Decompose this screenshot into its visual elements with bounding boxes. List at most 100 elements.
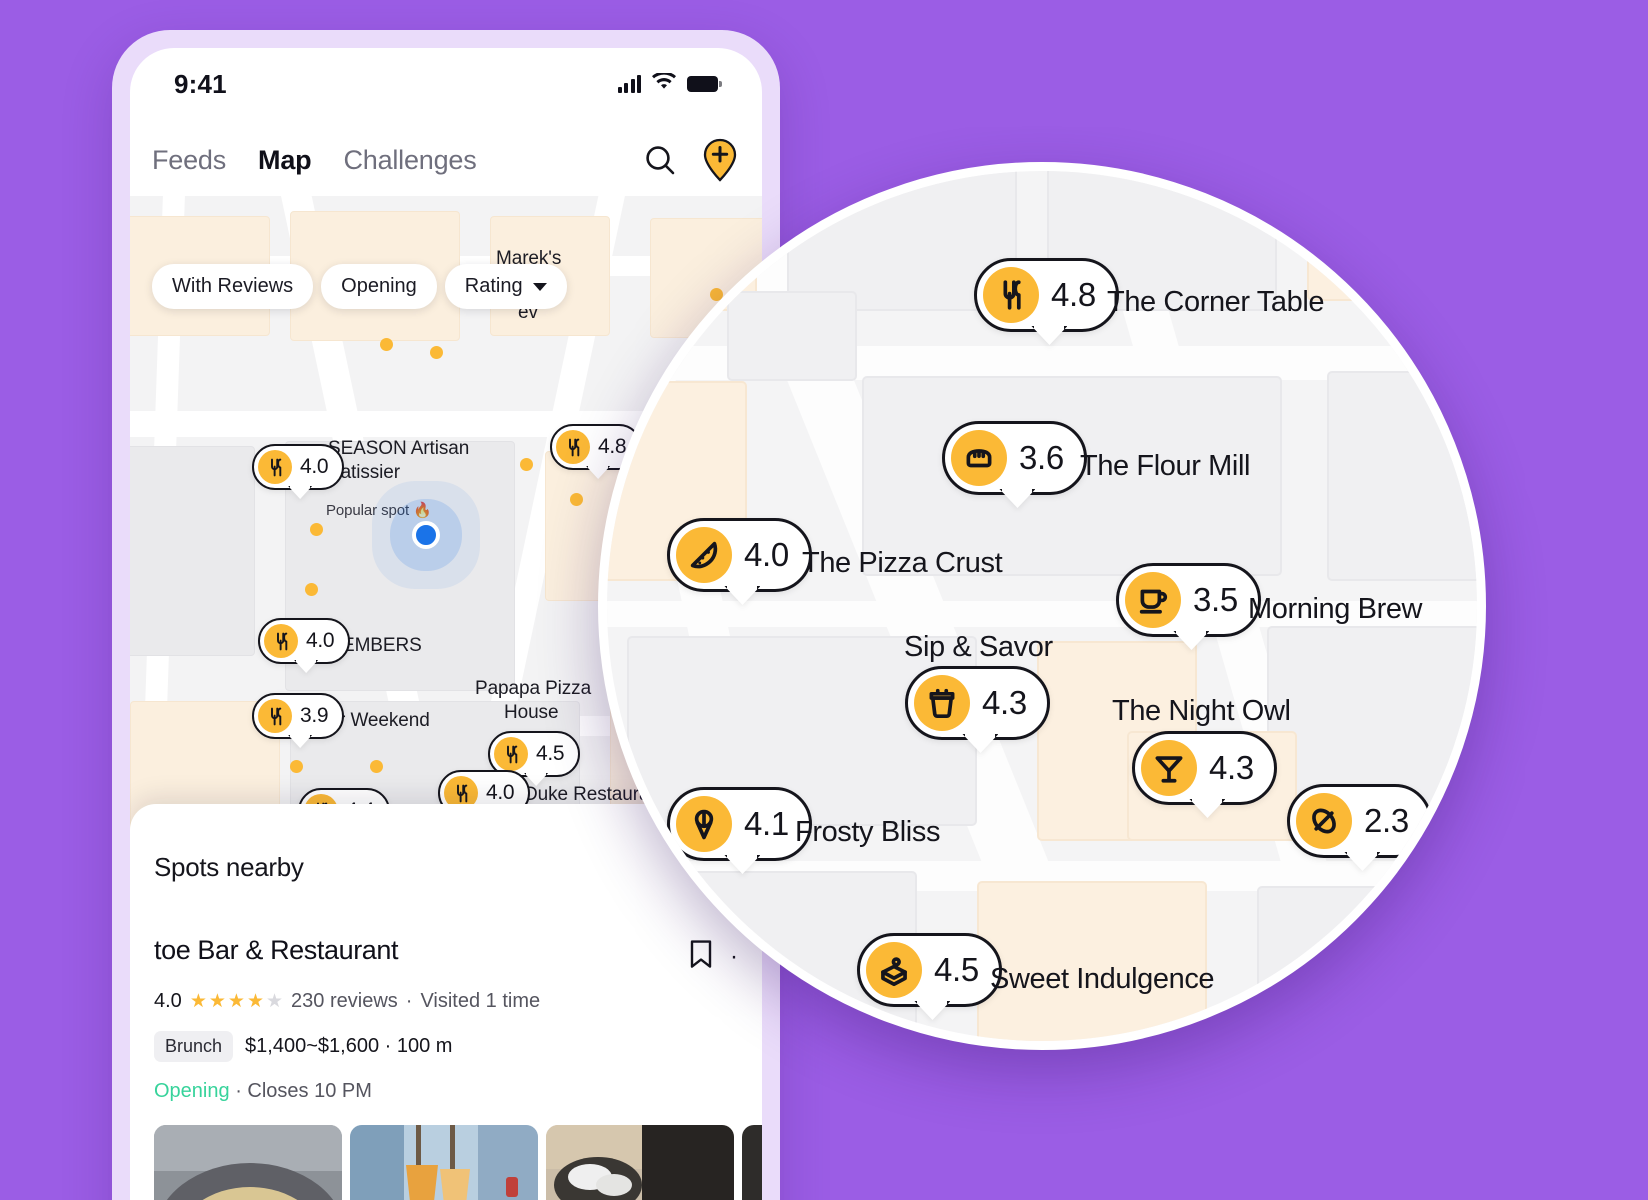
photo-restaurant-interior[interactable]	[350, 1125, 538, 1200]
magnified-rating-pin[interactable]: 4.5	[857, 933, 1002, 1007]
chevron-down-icon	[532, 282, 547, 291]
filter-label: Rating	[464, 275, 523, 297]
magnified-rating-pin[interactable]: 3.6	[942, 421, 1087, 495]
map-poi-dot	[520, 458, 533, 471]
map-poi-dot	[305, 583, 318, 596]
filter-label: With Reviews	[172, 275, 294, 297]
magnified-rating-pin[interactable]: 4.3	[905, 666, 1050, 740]
map-poi-dot	[380, 338, 393, 351]
app-canvas: 9:41 Feeds Map Challenges Marek's ev SEA…	[0, 0, 1648, 1200]
pin-rating-value: 4.5	[536, 742, 565, 765]
magnified-rating-pin[interactable]: 4.8	[974, 258, 1119, 332]
photo-pasta-dish[interactable]	[154, 1125, 342, 1200]
tab-feeds[interactable]: Feeds	[152, 145, 226, 176]
magnified-rating-pin[interactable]: 4.0	[667, 518, 812, 592]
pin-rating-value: 3.9	[300, 704, 329, 727]
map-place-label: House	[504, 702, 559, 723]
leaf-icon	[1296, 793, 1352, 849]
map-poi-dot	[370, 760, 383, 773]
map-poi-dot	[570, 493, 583, 506]
cutlery-icon	[556, 430, 590, 464]
map-place-label: Papapa Pizza	[475, 678, 592, 699]
spot-rating-value: 4.0	[154, 990, 182, 1012]
pin-rating-value: 4.5	[934, 951, 979, 988]
pin-rating-value: 4.3	[982, 684, 1027, 721]
status-badge: Opening	[154, 1080, 230, 1102]
map-rating-pin[interactable]: 3.9	[252, 693, 345, 739]
meta-separator: ·	[405, 990, 413, 1012]
cocktail-icon	[1141, 740, 1197, 796]
status-time: 9:41	[174, 68, 227, 99]
magnified-rating-pin[interactable]: 4.1	[667, 787, 812, 861]
magnified-rating-pin[interactable]: 4.3	[1132, 731, 1277, 805]
spot-category-tag: Brunch	[154, 1031, 234, 1062]
pin-rating-value: 3.6	[1019, 439, 1064, 476]
filter-chip-with-reviews[interactable]: With Reviews	[152, 264, 314, 309]
tab-map[interactable]: Map	[258, 145, 312, 176]
spot-name: toe Bar & Restaurant	[154, 935, 399, 965]
map-magnifier-lens: 4.8 The Corner Table 3.6 The Flour Mill 4.0 T…	[598, 162, 1486, 1050]
cellular-bars-icon	[617, 75, 641, 93]
magnified-place-label: Morning Brew	[1248, 593, 1423, 625]
battery-icon	[687, 76, 722, 92]
cutlery-icon	[983, 267, 1039, 323]
spot-closing-time: · Closes 10 PM	[235, 1080, 372, 1102]
magnified-place-label: The Corner Table	[1107, 286, 1325, 318]
magnified-place-label: The Flour Mill	[1080, 450, 1251, 482]
ice-cream-icon	[676, 796, 732, 852]
pin-rating-value: 4.0	[486, 781, 515, 804]
pin-rating-value: 4.0	[744, 536, 789, 573]
pin-rating-value: 4.3	[1209, 749, 1254, 786]
map-place-label: Popular spot 🔥	[326, 502, 432, 519]
cutlery-icon	[258, 699, 292, 733]
map-rating-pin[interactable]: 4.0	[252, 444, 345, 490]
filter-chip-opening[interactable]: Opening	[321, 264, 437, 309]
spot-visit-count: Visited 1 time	[420, 990, 541, 1012]
filter-label: Opening	[341, 275, 417, 297]
magnified-map-block	[727, 291, 857, 381]
spot-price-distance: $1,400~$1,600 · 100 m	[245, 1035, 453, 1057]
magnified-map-block	[1257, 886, 1477, 1041]
spot-reviews-count: 230 reviews	[291, 990, 398, 1012]
tab-bar: Feeds Map Challenges	[152, 145, 642, 176]
map-place-label: EMBERS	[342, 635, 422, 656]
drink-cup-icon	[914, 675, 970, 731]
coffee-cup-icon	[1125, 572, 1181, 628]
map-poi-dot	[290, 760, 303, 773]
magnified-map-block	[1307, 171, 1477, 301]
map-poi-dot	[430, 346, 443, 359]
magnified-place-label: Sweet Indulgence	[990, 963, 1215, 995]
map-rating-pin[interactable]: 4.0	[258, 618, 351, 664]
spot-photo-strip[interactable]	[154, 1125, 762, 1200]
pin-rating-value: 4.1	[744, 805, 789, 842]
photo-partial[interactable]	[742, 1125, 762, 1200]
pin-rating-value: 2.3	[1364, 802, 1409, 839]
current-location-dot	[412, 521, 440, 549]
filter-chip-rating[interactable]: Rating	[444, 264, 567, 309]
map-place-label: SEASON Artisan	[328, 438, 470, 459]
map-filter-chips: With Reviews Opening Rating	[152, 264, 567, 309]
cutlery-icon	[494, 737, 528, 771]
wifi-icon	[652, 71, 676, 96]
magnified-rating-pin[interactable]: 2.3	[1287, 784, 1432, 858]
magnified-place-label: The Pizza Crust	[802, 547, 1003, 579]
pin-rating-value: 4.8	[1051, 276, 1096, 313]
magnified-place-label: Frosty Bliss	[795, 816, 941, 848]
star-rating: ★ ★ ★ ★ ★	[189, 991, 284, 1012]
magnified-place-label: Sip & Savor	[904, 631, 1053, 663]
status-bar: 9:41	[130, 48, 762, 120]
pizza-icon	[676, 527, 732, 583]
magnified-place-label: The Night Owl	[1112, 695, 1291, 727]
tab-challenges[interactable]: Challenges	[343, 145, 476, 176]
magnified-rating-pin[interactable]: 3.5	[1116, 563, 1261, 637]
photo-coffee-dessert[interactable]	[546, 1125, 734, 1200]
magnified-map-block	[1327, 371, 1477, 581]
spot-hours-row: Opening · Closes 10 PM	[154, 1080, 738, 1103]
map-block	[130, 446, 255, 656]
magnified-map-block	[607, 171, 757, 311]
pin-rating-value: 3.5	[1193, 581, 1238, 618]
map-poi-dot	[310, 523, 323, 536]
cake-icon	[866, 942, 922, 998]
cutlery-icon	[264, 624, 298, 658]
cutlery-icon	[258, 450, 292, 484]
